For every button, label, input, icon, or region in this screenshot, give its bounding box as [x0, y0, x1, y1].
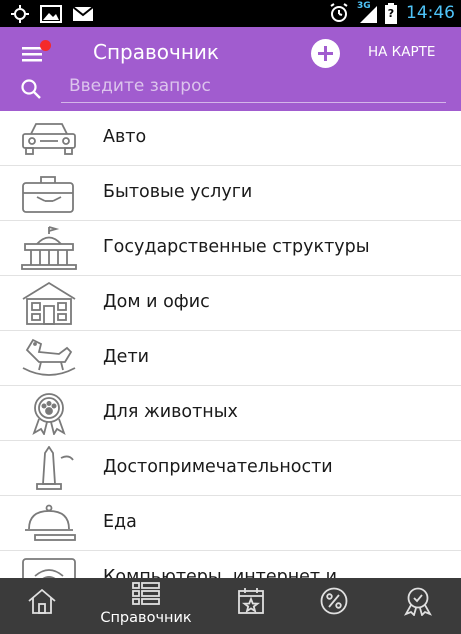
list-item[interactable]: Дети	[0, 331, 461, 386]
home-icon	[28, 588, 56, 614]
add-button[interactable]	[311, 39, 340, 68]
list-item[interactable]: Для животных	[0, 386, 461, 441]
nav-discounts[interactable]	[296, 578, 372, 634]
alarm-icon	[330, 3, 348, 22]
catalog-list-icon	[132, 582, 160, 605]
status-bar-system: 3G ? 14:46	[329, 1, 455, 24]
list-item[interactable]: Бытовые услуги	[0, 166, 461, 221]
list-item[interactable]: Еда	[0, 496, 461, 551]
category-list: Авто Бытовые услуги Государственные стру…	[0, 111, 461, 578]
list-item-label: Еда	[103, 512, 137, 532]
image-icon	[40, 5, 62, 23]
plus-icon	[318, 46, 333, 61]
battery-indicator: ?	[385, 2, 397, 24]
list-item[interactable]: Компьютеры, интернет и	[0, 551, 461, 578]
list-item[interactable]: Достопримечательности	[0, 441, 461, 496]
nav-events[interactable]	[213, 578, 289, 634]
nav-catalog[interactable]: Справочник	[98, 578, 194, 634]
list-item-label: Для животных	[103, 402, 238, 422]
nav-awards[interactable]	[380, 578, 456, 634]
list-item-label: Достопримечательности	[103, 457, 333, 477]
rocking-horse-icon	[22, 338, 76, 376]
app-bar: Справочник НА КАРТЕ	[0, 27, 461, 111]
list-item-label: Дети	[103, 347, 150, 367]
food-cloche-icon	[25, 504, 76, 541]
search-icon	[21, 79, 41, 99]
nav-label-catalog: Справочник	[100, 610, 192, 626]
signal-icon	[360, 6, 377, 23]
notification-dot	[40, 40, 51, 51]
list-item[interactable]: Государственные структуры	[0, 221, 461, 276]
list-item-label: Компьютеры, интернет и	[103, 567, 338, 578]
menu-button[interactable]	[20, 40, 51, 64]
bottom-navigation: Справочник	[0, 578, 461, 634]
status-bar-notifications	[10, 4, 94, 24]
paw-badge-icon	[32, 393, 66, 435]
mail-icon	[72, 6, 94, 21]
nav-home[interactable]	[4, 578, 80, 634]
award-icon	[403, 587, 433, 616]
sync-icon	[11, 5, 29, 23]
house-icon	[22, 281, 76, 325]
monument-icon	[36, 446, 74, 490]
status-bar: 3G ? 14:46	[0, 0, 461, 27]
list-item-label: Дом и офис	[103, 292, 210, 312]
list-item-label: Бытовые услуги	[103, 182, 253, 202]
clock: 14:46	[406, 3, 455, 23]
calendar-star-icon	[238, 588, 264, 614]
search-input[interactable]	[61, 74, 446, 103]
signal-indicator: 3G	[356, 1, 378, 24]
page-title: Справочник	[93, 40, 219, 64]
list-item[interactable]: Дом и офис	[0, 276, 461, 331]
toolbox-icon	[22, 176, 74, 213]
government-building-icon	[21, 226, 77, 270]
wifi-icon	[22, 558, 76, 578]
car-icon	[22, 123, 76, 155]
list-item-label: Авто	[103, 127, 147, 147]
list-item-label: Государственные структуры	[103, 237, 370, 257]
list-item[interactable]: Авто	[0, 111, 461, 166]
battery-status-text: ?	[387, 6, 395, 20]
map-button[interactable]: НА КАРТЕ	[368, 44, 435, 60]
percent-icon	[320, 587, 348, 615]
